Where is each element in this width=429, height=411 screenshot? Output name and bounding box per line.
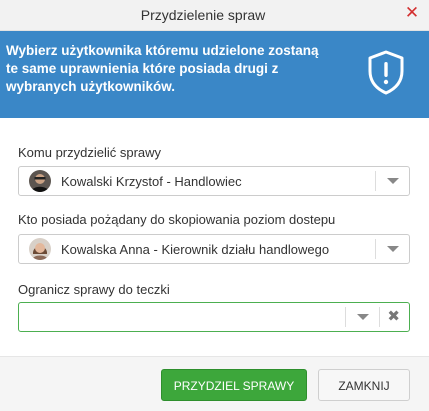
assign-to-value: Kowalski Krzystof - Handlowiec — [61, 174, 242, 189]
avatar — [29, 170, 51, 192]
assign-to-select[interactable]: Kowalski Krzystof - Handlowiec — [18, 166, 410, 196]
copy-from-select[interactable]: Kowalska Anna - Kierownik działu handlow… — [18, 234, 410, 264]
chevron-down-icon[interactable] — [387, 246, 399, 252]
copy-from-label: Kto posiada pożądany do skopiowania pozi… — [18, 212, 336, 227]
copy-from-value: Kowalska Anna - Kierownik działu handlow… — [61, 242, 330, 257]
dialog-titlebar: Przydzielenie spraw ✕ — [0, 0, 429, 31]
close-button[interactable]: ZAMKNIJ — [318, 369, 410, 401]
info-banner: Wybierz użytkownika któremu udzielone zo… — [0, 31, 429, 118]
chevron-down-icon[interactable] — [357, 314, 369, 320]
divider — [375, 239, 376, 259]
close-icon[interactable]: ✕ — [403, 3, 421, 23]
divider — [375, 171, 376, 191]
dialog-footer: PRZYDZIEL SPRAWY ZAMKNIJ — [0, 356, 429, 411]
banner-text: Wybierz użytkownika któremu udzielone zo… — [6, 43, 319, 94]
avatar — [29, 238, 51, 260]
divider — [379, 307, 380, 327]
dialog-content: Komu przydzielić sprawy Kowalski Krzysto… — [0, 118, 429, 356]
clear-icon[interactable]: ✖ — [387, 309, 400, 325]
folder-select[interactable]: ✖ — [18, 302, 410, 332]
assign-cases-button[interactable]: PRZYDZIEL SPRAWY — [161, 369, 307, 401]
chevron-down-icon[interactable] — [387, 178, 399, 184]
divider — [345, 307, 346, 327]
folder-label: Ogranicz sprawy do teczki — [18, 282, 170, 297]
shield-exclamation-icon — [368, 50, 404, 95]
assign-to-label: Komu przydzielić sprawy — [18, 145, 162, 160]
dialog-title: Przydzielenie spraw — [140, 7, 266, 23]
